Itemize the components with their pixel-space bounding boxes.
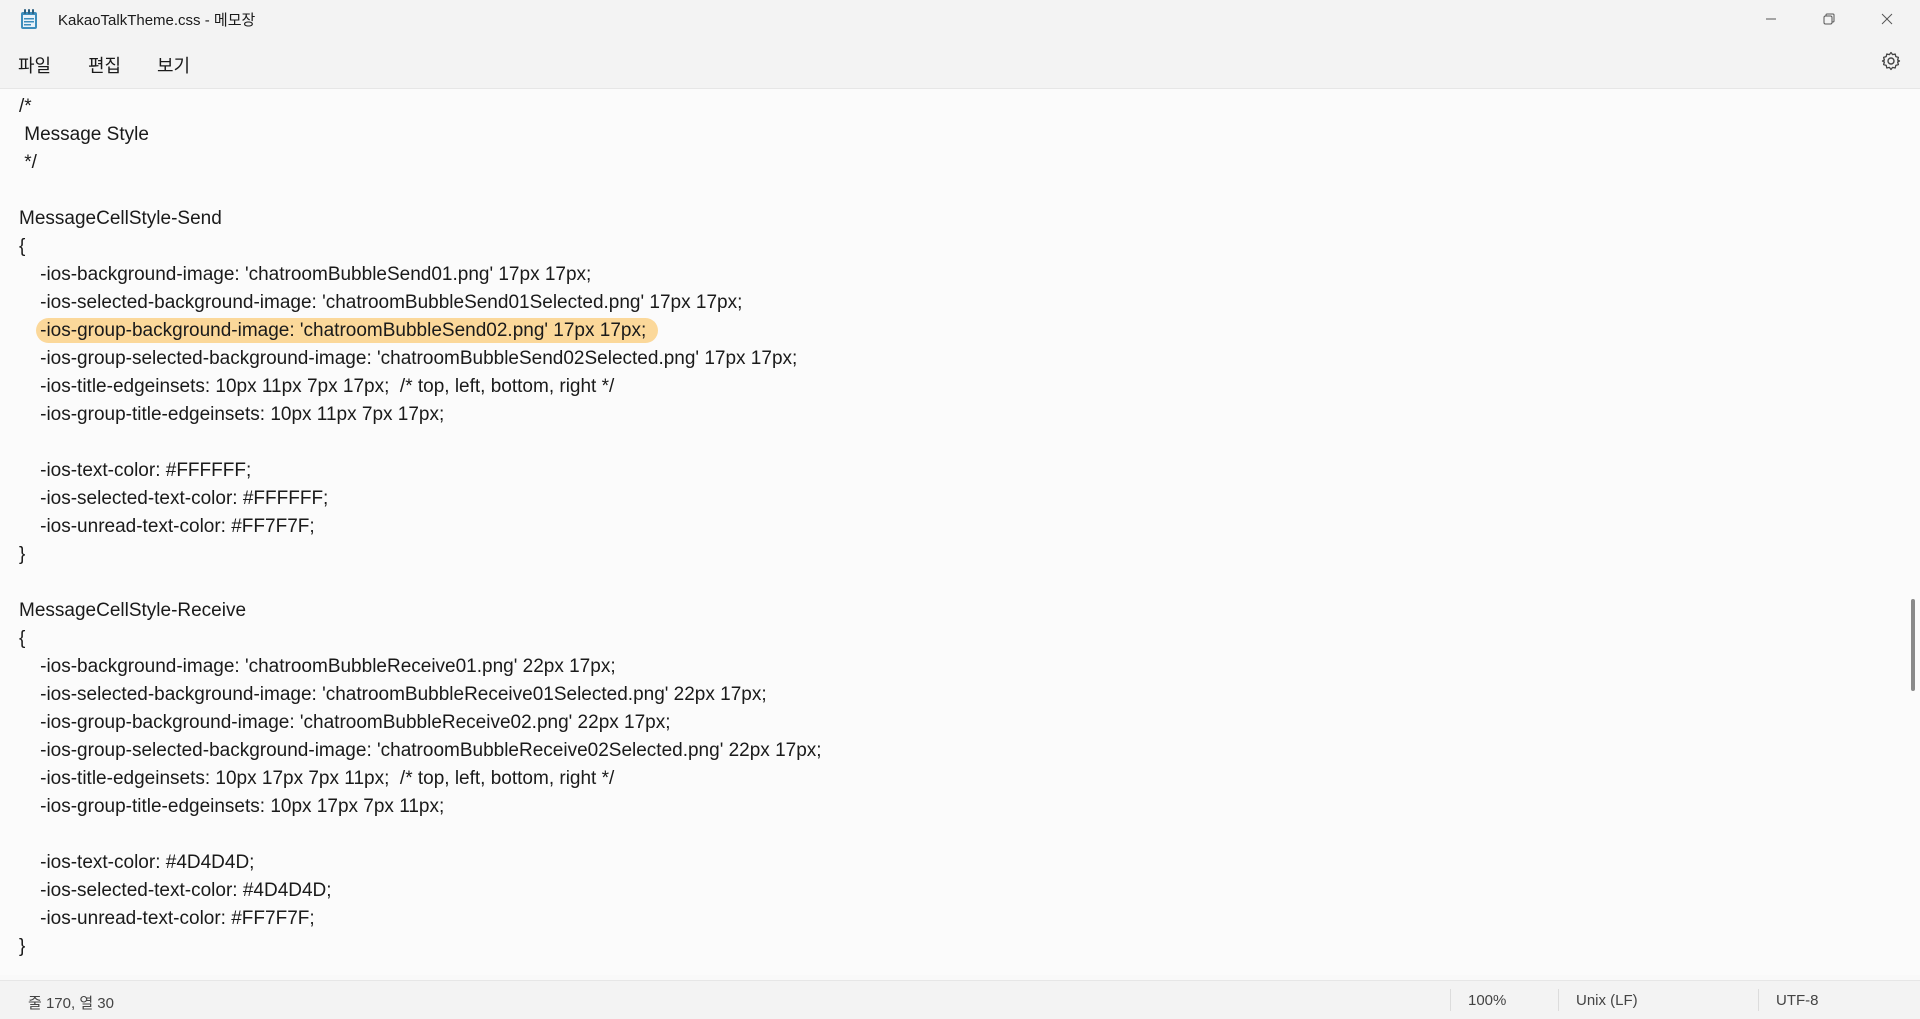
selected-text: -ios-group-background-image: 'chatroomBu… bbox=[36, 318, 659, 343]
code-line: -ios-selected-text-color: #4D4D4D; bbox=[19, 880, 332, 901]
code-line: -ios-text-color: #4D4D4D; bbox=[19, 852, 255, 873]
status-divider bbox=[1558, 989, 1559, 1011]
minimize-icon bbox=[1765, 13, 1777, 25]
code-line: { bbox=[19, 236, 26, 257]
code-line: -ios-group-selected-background-image: 'c… bbox=[19, 740, 822, 761]
menu-file[interactable]: 파일 bbox=[14, 52, 55, 78]
notepad-window: KakaoTalkTheme.css - 메모장 파일 편집 보기 /* Mes… bbox=[0, 0, 1920, 1019]
status-bar: 줄 170, 열 30 100% Unix (LF) UTF-8 bbox=[0, 980, 1920, 1019]
code-line: -ios-group-title-edgeinsets: 10px 11px 7… bbox=[19, 404, 445, 425]
menu-bar: 파일 편집 보기 bbox=[0, 38, 1920, 89]
vertical-scrollbar[interactable] bbox=[1906, 89, 1920, 975]
code-line: MessageCellStyle-Send bbox=[19, 208, 222, 229]
code-line: -ios-unread-text-color: #FF7F7F; bbox=[19, 908, 315, 929]
status-divider bbox=[1758, 989, 1759, 1011]
code-line: } bbox=[19, 936, 26, 957]
code-line: -ios-background-image: 'chatroomBubbleRe… bbox=[19, 656, 616, 677]
line-ending[interactable]: Unix (LF) bbox=[1576, 992, 1638, 1009]
zoom-level[interactable]: 100% bbox=[1468, 992, 1506, 1009]
restore-button[interactable] bbox=[1800, 0, 1858, 38]
code-line: -ios-group-selected-background-image: 'c… bbox=[19, 348, 798, 369]
menu-view[interactable]: 보기 bbox=[153, 52, 194, 78]
code-line: { bbox=[19, 628, 26, 649]
close-icon bbox=[1881, 13, 1893, 25]
code-line: -ios-text-color: #FFFFFF; bbox=[19, 460, 252, 481]
code-line: -ios-background-image: 'chatroomBubbleSe… bbox=[19, 264, 592, 285]
code-line: MessageCellStyle-Receive bbox=[19, 600, 247, 621]
cursor-position: 줄 170, 열 30 bbox=[28, 995, 114, 1012]
scrollbar-thumb[interactable] bbox=[1911, 599, 1915, 691]
code-line: -ios-group-background-image: 'chatroomBu… bbox=[19, 712, 671, 733]
code-line: /* bbox=[19, 96, 32, 117]
code-line: -ios-group-title-edgeinsets: 10px 17px 7… bbox=[19, 796, 445, 817]
text-editor[interactable]: /* Message Style */ MessageCellStyle-Send… bbox=[0, 89, 1906, 975]
menu-edit[interactable]: 편집 bbox=[84, 52, 125, 78]
settings-button[interactable] bbox=[1878, 50, 1904, 76]
notepad-icon bbox=[20, 9, 38, 29]
code-line: -ios-title-edgeinsets: 10px 17px 7px 11p… bbox=[19, 768, 615, 789]
code-line: -ios-group-background-image: 'chatroomBu… bbox=[19, 317, 822, 345]
minimize-button[interactable] bbox=[1742, 0, 1800, 38]
code-line: -ios-selected-text-color: #FFFFFF; bbox=[19, 488, 329, 509]
code-line: Message Style bbox=[19, 124, 149, 145]
code-line: -ios-selected-background-image: 'chatroo… bbox=[19, 292, 743, 313]
close-button[interactable] bbox=[1858, 0, 1916, 38]
code-line: -ios-title-edgeinsets: 10px 11px 7px 17p… bbox=[19, 376, 615, 397]
code-line: } bbox=[19, 544, 26, 565]
restore-icon bbox=[1823, 13, 1835, 25]
code-line: -ios-unread-text-color: #FF7F7F; bbox=[19, 516, 315, 537]
encoding[interactable]: UTF-8 bbox=[1776, 992, 1819, 1009]
gear-icon bbox=[1881, 51, 1901, 76]
title-bar: KakaoTalkTheme.css - 메모장 bbox=[0, 0, 1920, 38]
code-line: -ios-selected-background-image: 'chatroo… bbox=[19, 684, 767, 705]
window-title: KakaoTalkTheme.css - 메모장 bbox=[58, 12, 256, 29]
editor-lines: /* Message Style */ MessageCellStyle-Send… bbox=[19, 93, 822, 961]
status-divider bbox=[1450, 989, 1451, 1011]
code-line: */ bbox=[19, 152, 37, 173]
